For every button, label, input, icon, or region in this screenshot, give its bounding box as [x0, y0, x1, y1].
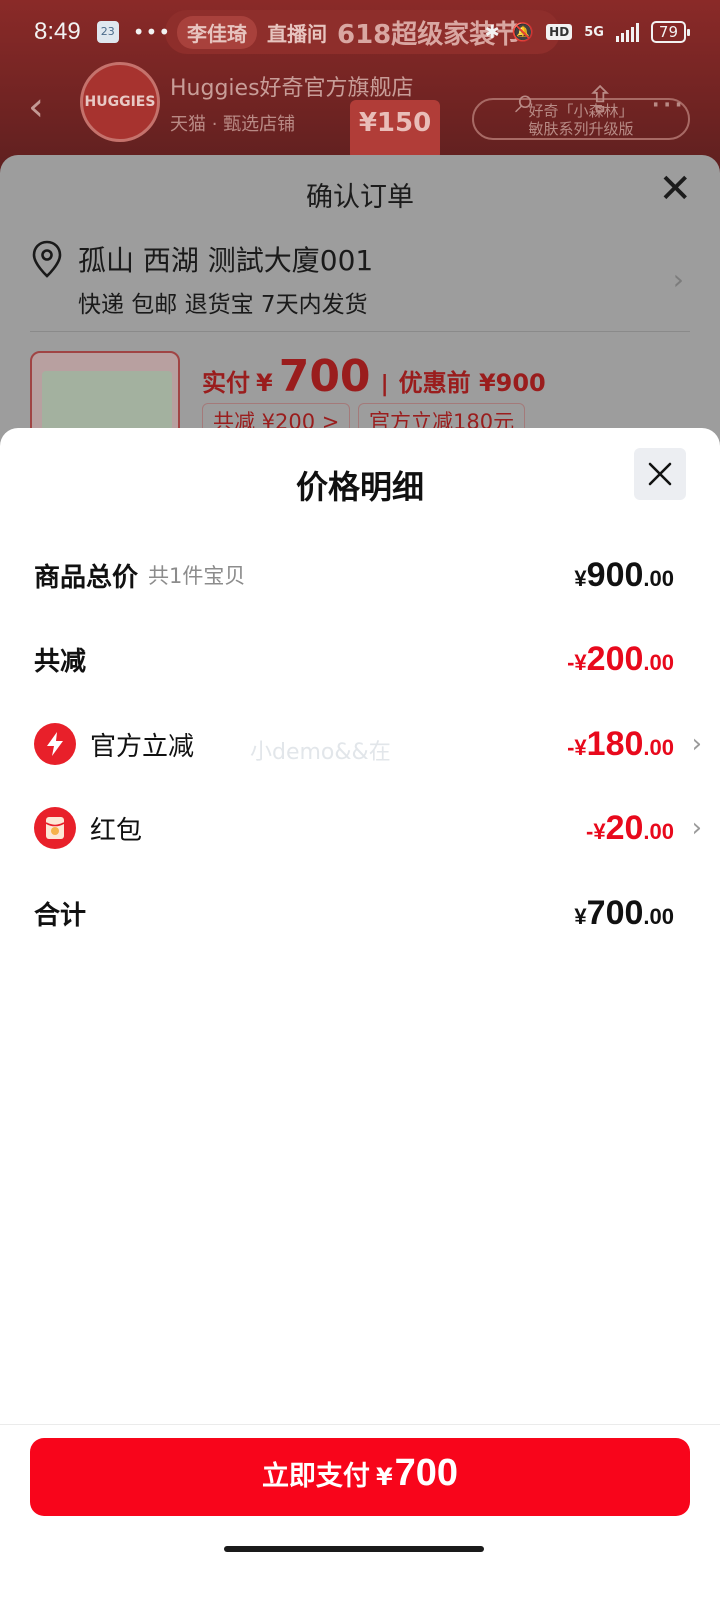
network-label: 5G	[584, 24, 604, 40]
share-icon[interactable]: ⇪	[585, 80, 615, 121]
order-title: 确认订单	[306, 182, 414, 213]
close-button[interactable]	[634, 448, 686, 500]
subtotal-price: ¥900.00	[574, 555, 674, 594]
total-discount-price: -¥ 200.00	[567, 639, 674, 678]
total-label: 合计	[34, 900, 87, 931]
store-promo-badge: ¥150	[350, 100, 440, 160]
status-time: 8:49	[34, 18, 81, 45]
hd-icon: HD	[546, 24, 573, 40]
price-detail-title: 价格明细	[295, 468, 424, 506]
red-packet-row[interactable]: 红包 -¥ 20.00 ›	[34, 803, 702, 853]
calendar-icon: 23	[96, 21, 119, 43]
official-discount-price: -¥ 180.00	[567, 724, 674, 763]
pay-now-label: 立即支付	[261, 1461, 370, 1492]
pay-now-amount: 700	[394, 1452, 459, 1494]
divider	[0, 1424, 720, 1425]
official-discount-row[interactable]: 官方立减 -¥ 180.00 ›	[34, 719, 702, 769]
divider	[30, 331, 690, 332]
subtotal-label: 商品总价	[34, 562, 139, 593]
close-icon[interactable]: ✕	[658, 169, 692, 209]
status-icons: ✱ 🔕 HD 5G 79	[484, 21, 691, 43]
store-name[interactable]: Huggies好奇官方旗舰店	[170, 70, 414, 102]
red-packet-label: 红包	[90, 815, 143, 846]
back-arrow-icon[interactable]: ‹	[28, 84, 44, 130]
chevron-right-icon[interactable]: ›	[674, 729, 702, 759]
red-packet-price: -¥ 20.00	[586, 808, 674, 847]
mute-icon: 🔕	[511, 21, 535, 43]
store-logo: HUGGIES	[80, 62, 160, 142]
delivery-info: 快递 包邮 退货宝 7天内发货	[78, 292, 368, 318]
pay-amount: 700	[278, 351, 371, 402]
pay-label: 实付	[202, 369, 250, 397]
bluetooth-icon: ✱	[484, 21, 500, 43]
total-price: ¥700.00	[574, 893, 674, 932]
close-icon	[648, 462, 672, 486]
red-packet-icon	[34, 807, 76, 849]
search-icon[interactable]: ⌕	[515, 80, 535, 122]
chevron-right-icon[interactable]: ›	[674, 813, 702, 843]
subtotal-row: 商品总价 共1件宝贝 ¥900.00	[34, 550, 674, 600]
total-discount-row: 共减 -¥ 200.00	[34, 634, 674, 684]
signal-icon	[615, 22, 639, 42]
store-subtitle: 天猫 · 甄选店铺	[170, 114, 296, 135]
more-icon[interactable]: ⋯	[650, 84, 684, 124]
before-discount-price: 优惠前 ¥900	[398, 369, 546, 397]
more-notifications-icon: •••	[132, 20, 172, 44]
location-pin-icon	[32, 240, 62, 278]
pay-now-currency: ¥	[375, 1463, 393, 1491]
status-bar: 8:49 23 ••• ✱ 🔕 HD 5G 79	[0, 0, 720, 64]
address-name[interactable]: 孤山 西湖 测試大廈001	[78, 239, 373, 279]
pay-currency: ¥	[256, 369, 273, 397]
pay-now-button[interactable]: 立即支付 ¥ 700	[30, 1438, 690, 1516]
item-count: 共1件宝贝	[148, 564, 246, 588]
total-row: 合计 ¥700.00	[34, 888, 674, 938]
price-detail-sheet: 价格明细 小demo&&在 商品总价 共1件宝贝 ¥900.00 共减 -¥ 20…	[0, 428, 720, 1600]
official-discount-label: 官方立减	[90, 731, 195, 762]
pay-separator: |	[380, 372, 389, 397]
pay-summary: 实付 ¥ 700 | 优惠前 ¥900	[202, 351, 546, 402]
lightning-icon	[34, 723, 76, 765]
total-discount-label: 共减	[34, 646, 87, 677]
battery-icon: 79	[650, 21, 691, 43]
chevron-right-icon[interactable]: ›	[673, 263, 684, 296]
home-indicator[interactable]	[224, 1546, 484, 1552]
